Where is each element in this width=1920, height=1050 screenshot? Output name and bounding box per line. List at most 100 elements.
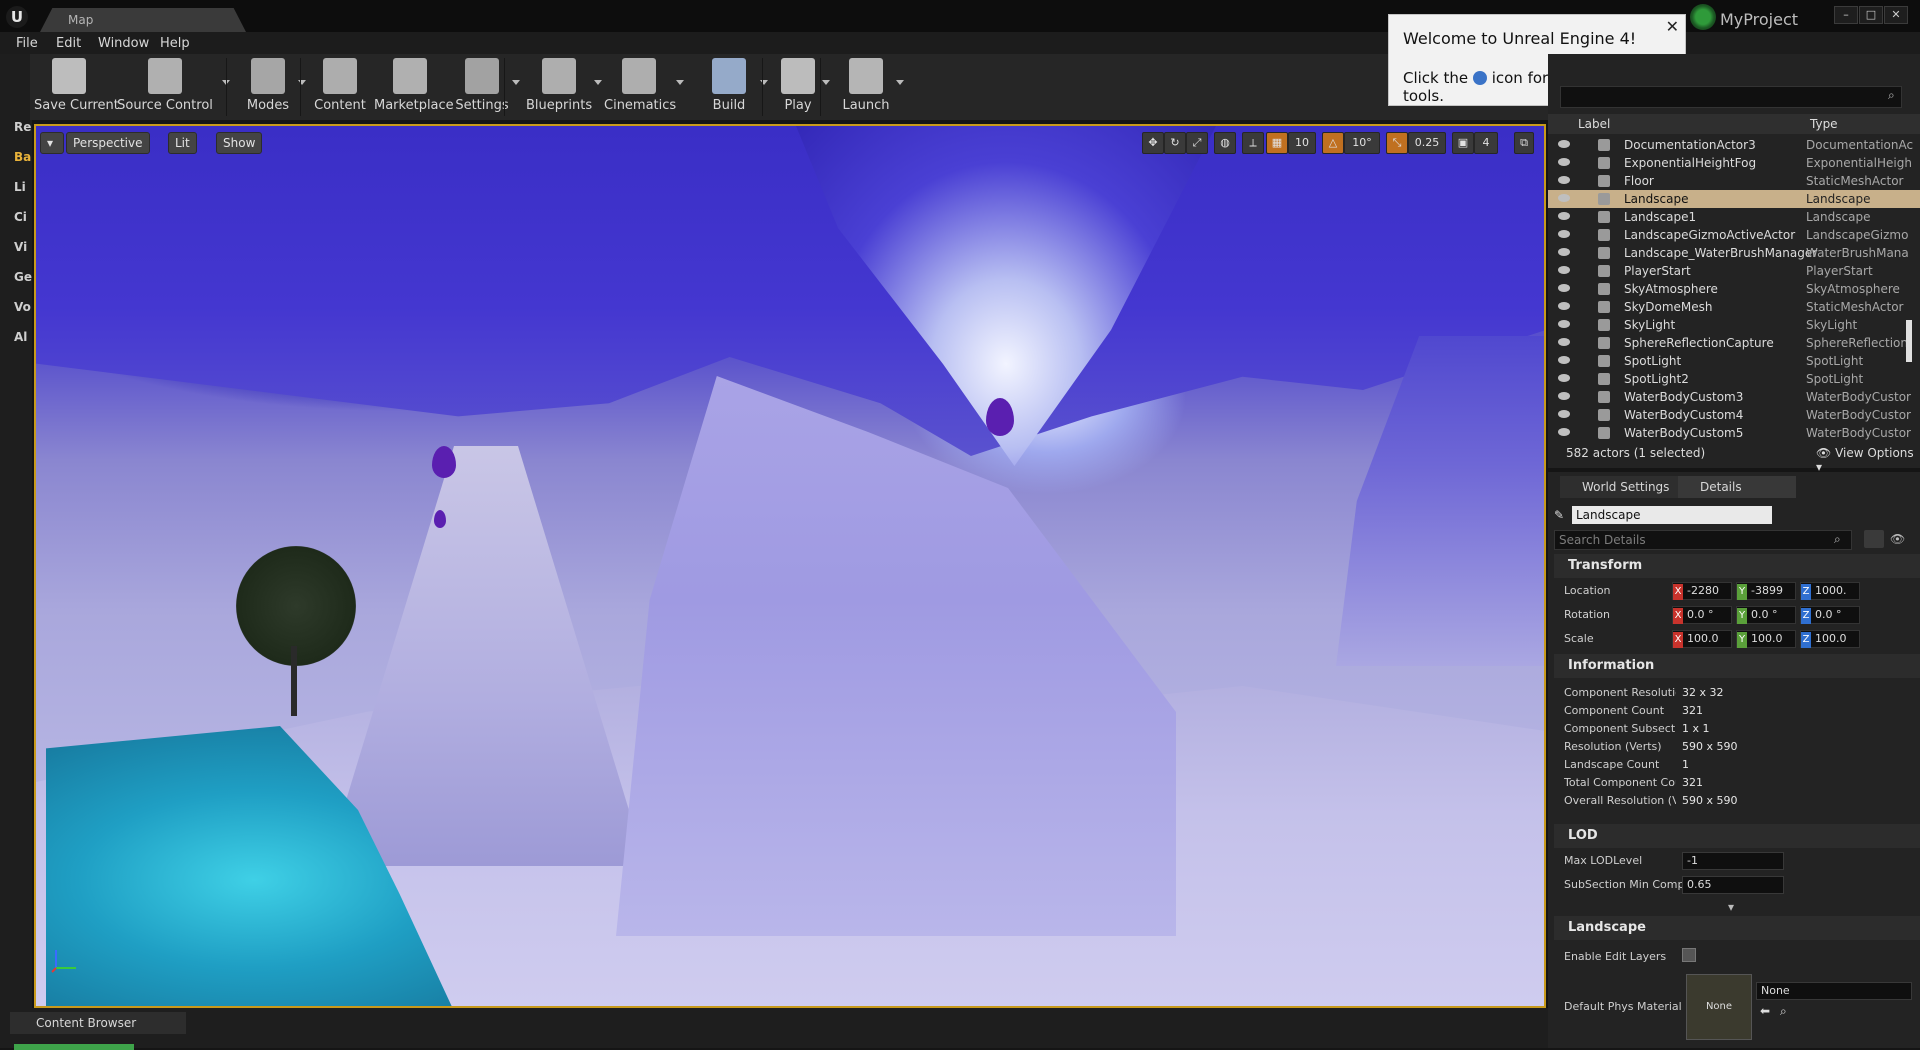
visibility-eye-icon[interactable]: [1558, 158, 1570, 166]
tutorial-icon[interactable]: [1472, 71, 1487, 85]
phys-material-thumbnail[interactable]: None: [1686, 974, 1752, 1040]
visibility-eye-icon[interactable]: [1558, 392, 1570, 400]
maximize-icon[interactable]: □: [1859, 6, 1883, 24]
outliner-row[interactable]: Landscape_WaterBrushManager WaterBrushMan…: [1548, 244, 1920, 262]
mode-category-3[interactable]: Ci: [14, 210, 27, 224]
rotation-x-input[interactable]: X 0.0 °: [1672, 606, 1732, 624]
maximize-viewport-icon[interactable]: ⧉: [1514, 132, 1534, 154]
mode-category-7[interactable]: Al: [14, 330, 27, 344]
lod-section[interactable]: LOD: [1554, 824, 1920, 848]
outliner-row[interactable]: Landscape Landscape: [1548, 190, 1920, 208]
add-new-button[interactable]: [14, 1044, 134, 1050]
viewport-options-button[interactable]: ▾: [40, 132, 64, 154]
camera-speed-icon[interactable]: ▣: [1452, 132, 1474, 154]
mode-category-5[interactable]: Ge: [14, 270, 32, 284]
visibility-eye-icon[interactable]: [1558, 212, 1570, 220]
visibility-eye-icon[interactable]: [1558, 140, 1570, 148]
mode-category-4[interactable]: Vi: [14, 240, 27, 254]
visibility-eye-icon[interactable]: [1558, 230, 1570, 238]
property-matrix-icon[interactable]: [1864, 530, 1884, 548]
camera-speed-value[interactable]: 4: [1474, 132, 1498, 154]
translate-icon[interactable]: ✥: [1142, 132, 1164, 154]
play-button[interactable]: Play: [776, 56, 820, 118]
location-label[interactable]: Location: [1564, 584, 1611, 597]
search-icon[interactable]: ⌕: [1834, 532, 1841, 547]
outliner-row[interactable]: DocumentationActor3 DocumentationAc: [1548, 136, 1920, 154]
rotation-snap-icon[interactable]: △: [1322, 132, 1344, 154]
rotation-label[interactable]: Rotation: [1564, 608, 1610, 621]
light-marker-icon[interactable]: [432, 446, 456, 478]
marketplace-button[interactable]: Marketplace: [374, 56, 454, 118]
rotation-z-input[interactable]: Z 0.0 °: [1800, 606, 1860, 624]
scale-snap-icon[interactable]: ⤡: [1386, 132, 1408, 154]
outliner-row[interactable]: Floor StaticMeshActor: [1548, 172, 1920, 190]
blueprints-button[interactable]: Blueprints: [526, 56, 592, 118]
visibility-eye-icon[interactable]: [1558, 338, 1570, 346]
tab-world-settings[interactable]: World Settings: [1560, 476, 1694, 498]
outliner-row[interactable]: SphereReflectionCapture SphereReflection(: [1548, 334, 1920, 352]
close-icon[interactable]: ✕: [1666, 17, 1679, 36]
visibility-eye-icon[interactable]: [1558, 284, 1570, 292]
menu-file[interactable]: File: [16, 36, 38, 51]
outliner-row[interactable]: LandscapeGizmoActiveActor LandscapeGizmo: [1548, 226, 1920, 244]
visibility-eye-icon[interactable]: [1558, 356, 1570, 364]
build-button[interactable]: Build: [700, 56, 758, 118]
outliner-scrollbar[interactable]: [1906, 320, 1912, 362]
location-x-input[interactable]: X -2280: [1672, 582, 1732, 600]
rotate-icon[interactable]: ↻: [1164, 132, 1186, 154]
menu-window[interactable]: Window: [98, 36, 149, 51]
outliner-row[interactable]: Landscape1 Landscape: [1548, 208, 1920, 226]
mode-category-0[interactable]: Re: [14, 120, 31, 134]
visibility-eye-icon[interactable]: [1558, 428, 1570, 436]
modes-button[interactable]: Modes: [240, 56, 296, 118]
lit-button[interactable]: Lit: [168, 132, 197, 154]
settings-button[interactable]: Settings: [454, 56, 510, 118]
scale-z-input[interactable]: Z 100.0: [1800, 630, 1860, 648]
actor-name-field[interactable]: Landscape: [1572, 506, 1772, 524]
scale-label[interactable]: Scale: [1564, 632, 1594, 645]
level-viewport[interactable]: ▾ Perspective Lit Show ✥ ↻ ⤢ ◍ ⟂ ▦ 10 △ …: [34, 124, 1546, 1008]
transform-section[interactable]: Transform: [1554, 554, 1920, 578]
project-badge-icon[interactable]: [1690, 4, 1716, 30]
spotlight-marker-icon[interactable]: [986, 398, 1014, 436]
visibility-eye-icon[interactable]: [1558, 374, 1570, 382]
scale-x-input[interactable]: X 100.0: [1672, 630, 1732, 648]
edit-layers-checkbox[interactable]: [1682, 948, 1696, 962]
scale-icon[interactable]: ⤢: [1186, 132, 1208, 154]
visibility-eye-icon[interactable]: [1558, 302, 1570, 310]
location-z-input[interactable]: Z 1000.: [1800, 582, 1860, 600]
outliner-row[interactable]: WaterBodyCustom4 WaterBodyCustor: [1548, 406, 1920, 424]
perspective-button[interactable]: Perspective: [66, 132, 150, 154]
use-selected-icon[interactable]: ⬅: [1760, 1004, 1770, 1018]
visibility-eye-icon[interactable]: [1558, 266, 1570, 274]
landscape-section[interactable]: Landscape: [1554, 916, 1920, 940]
dropdown-arrow-icon[interactable]: [512, 80, 520, 85]
content-browser-tab[interactable]: Content Browser: [10, 1012, 186, 1034]
mode-category-6[interactable]: Vo: [14, 300, 31, 314]
search-details-input[interactable]: Search Details: [1554, 530, 1852, 550]
world-space-icon[interactable]: ◍: [1214, 132, 1236, 154]
menu-help[interactable]: Help: [160, 36, 190, 51]
outliner-row[interactable]: SkyLight SkyLight: [1548, 316, 1920, 334]
dropdown-arrow-icon[interactable]: [822, 80, 830, 85]
label-column-header[interactable]: Label: [1578, 117, 1610, 131]
dropdown-arrow-icon[interactable]: [594, 80, 602, 85]
outliner-row[interactable]: SpotLight SpotLight: [1548, 352, 1920, 370]
outliner-row[interactable]: WaterBodyCustom3 WaterBodyCustor: [1548, 388, 1920, 406]
visibility-icon[interactable]: 👁: [1890, 532, 1905, 546]
dropdown-arrow-icon[interactable]: [896, 80, 904, 85]
visibility-eye-icon[interactable]: [1558, 248, 1570, 256]
grid-snap-icon[interactable]: ▦: [1266, 132, 1288, 154]
scale-snap-value[interactable]: 0.25: [1408, 132, 1446, 154]
location-y-input[interactable]: Y -3899: [1736, 582, 1796, 600]
content-button[interactable]: Content: [314, 56, 366, 118]
view-options-button[interactable]: 👁 View Options ▾: [1816, 446, 1920, 474]
outliner-row[interactable]: PlayerStart PlayerStart: [1548, 262, 1920, 280]
browse-icon[interactable]: ⌕: [1780, 1004, 1787, 1019]
mode-category-1[interactable]: Ba: [14, 150, 31, 164]
outliner-row[interactable]: WaterBodyCustom5 WaterBodyCustor: [1548, 424, 1920, 442]
show-button[interactable]: Show: [216, 132, 263, 154]
max-lod-input[interactable]: -1: [1682, 852, 1784, 870]
minimize-icon[interactable]: –: [1834, 6, 1858, 24]
source-control-button[interactable]: Source Control: [110, 56, 220, 118]
